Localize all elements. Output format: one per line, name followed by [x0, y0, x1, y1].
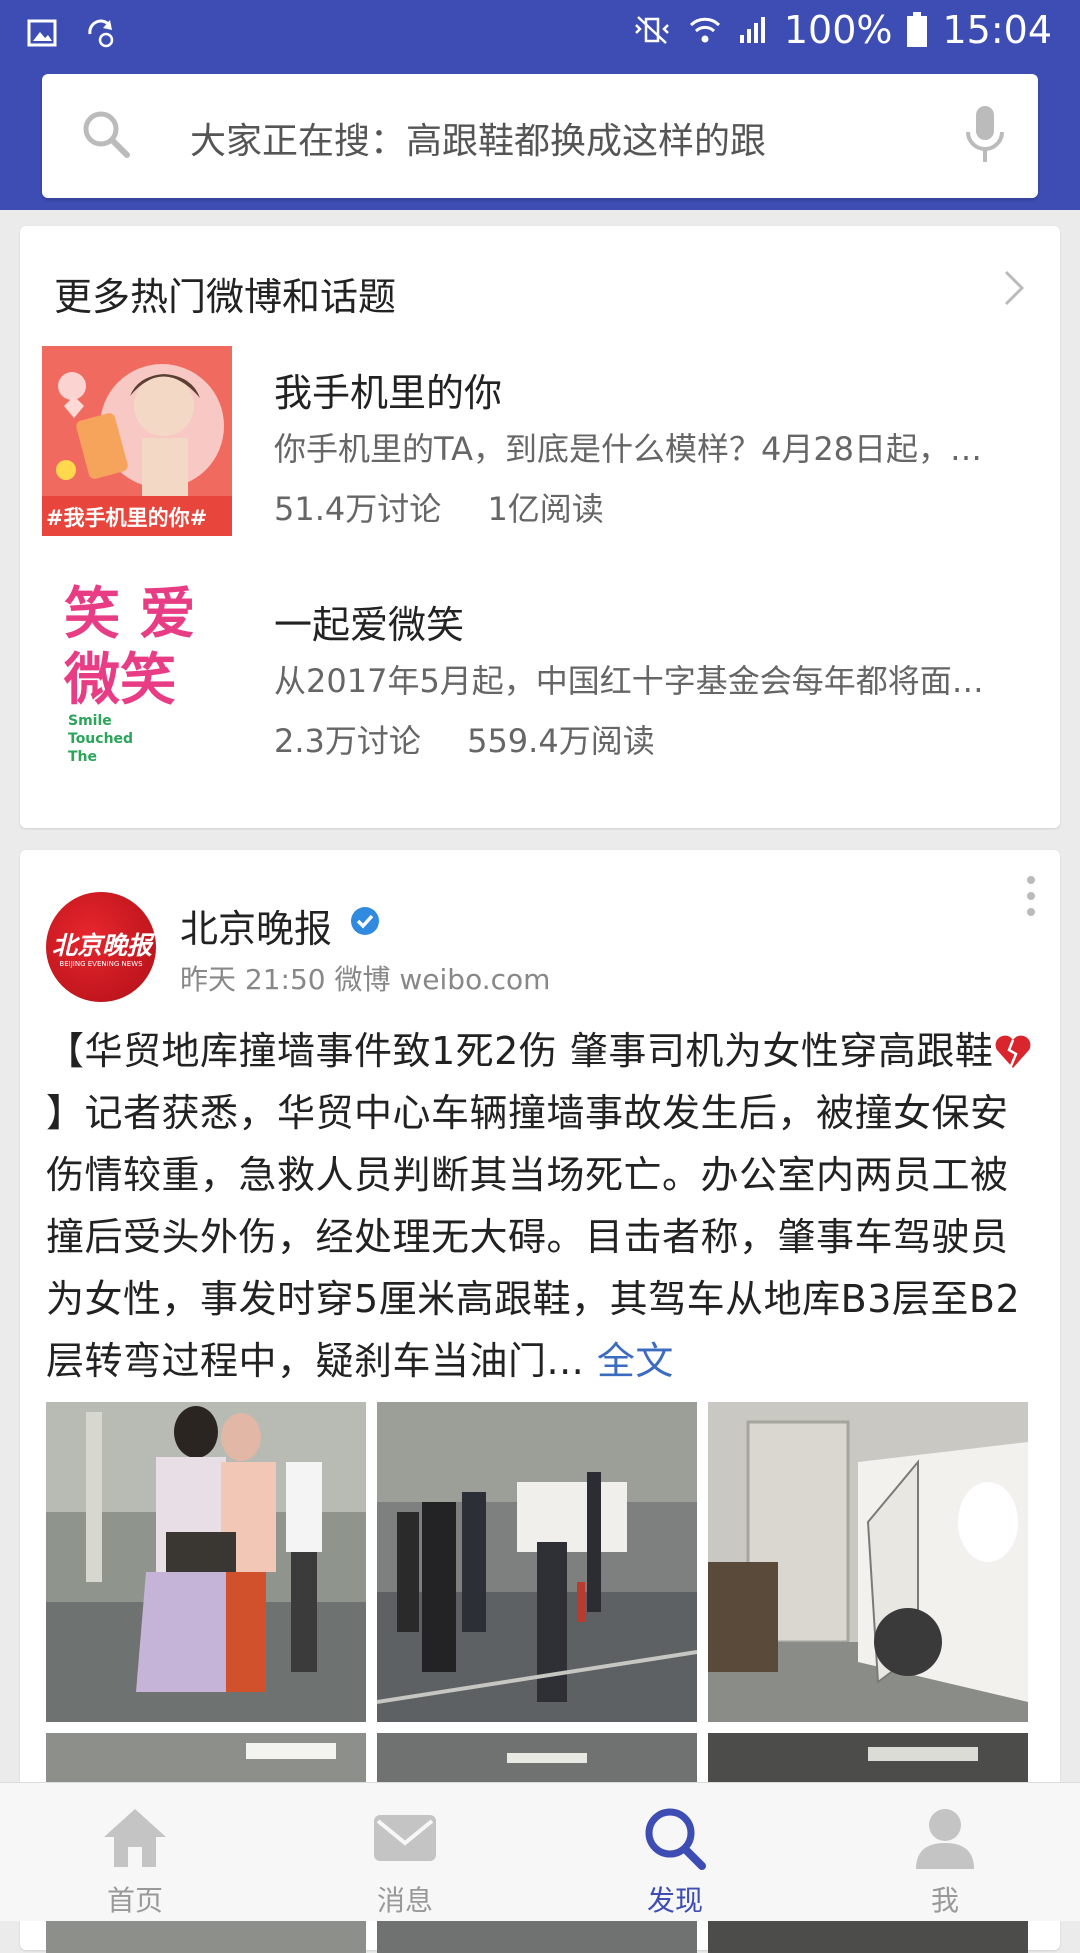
topic-stats: 51.4万讨论 1亿阅读 [274, 484, 604, 530]
topic-stats: 2.3万讨论 559.4万阅读 [274, 716, 655, 762]
search-icon [83, 111, 130, 158]
post-photo[interactable] [377, 1402, 697, 1722]
tab-profile[interactable]: 我 [810, 1783, 1080, 1921]
header-bar: 100% 15:04 大家正在搜：高跟鞋都换成这样的跟 [0, 0, 1080, 210]
topic-thumbnail: 笑 爱 微笑 Smile Touched The World [42, 578, 232, 768]
topic-discussion-count: 2.3万讨论 [274, 722, 421, 760]
post-photo[interactable] [46, 1402, 366, 1722]
topic-thumb-label: #我手机里的你# [46, 506, 208, 530]
clock-time: 15:04 [942, 8, 1052, 52]
author-name[interactable]: 北京晚报 [180, 898, 332, 953]
topic-thumb-chars: 笑 爱 微笑 [64, 582, 196, 713]
hot-topics-card: 更多热门微博和话题 #我手机里的你# 我手机里的你 你手机里的TA，到底是什么模… [20, 226, 1060, 828]
microphone-icon[interactable] [962, 104, 1008, 166]
avatar[interactable]: 北京晚报 BEIJING EVENING NEWS [46, 892, 156, 1002]
topic-description: 你手机里的TA，到底是什么模样？4月28日起，… [274, 430, 983, 468]
topic-discussion-count: 51.4万讨论 [274, 490, 442, 528]
avatar-logo-subtext: BEIJING EVENING NEWS [59, 960, 143, 968]
signal-icon [739, 17, 765, 43]
vibrate-mute-icon [634, 16, 669, 44]
tab-label: 首页 [106, 1884, 163, 1917]
hot-section-title[interactable]: 更多热门微博和话题 [54, 266, 396, 321]
post-photo[interactable] [708, 1402, 1028, 1722]
topic-name: 一起爱微笑 [274, 603, 465, 647]
tab-messages[interactable]: 消息 [270, 1783, 540, 1921]
topic-item[interactable]: #我手机里的你# 我手机里的你 你手机里的TA，到底是什么模样？4月28日起，…… [42, 346, 1042, 536]
more-options-icon[interactable] [1024, 874, 1038, 918]
tab-label: 消息 [376, 1884, 433, 1917]
topic-item[interactable]: 笑 爱 微笑 Smile Touched The World 一起爱微笑 从20… [42, 578, 1042, 768]
search-placeholder: 大家正在搜：高跟鞋都换成这样的跟 [190, 121, 767, 162]
wifi-icon [689, 17, 720, 43]
avatar-logo-text: 北京晚报 [52, 931, 153, 960]
battery-icon [907, 12, 928, 47]
topic-read-count: 559.4万阅读 [467, 722, 655, 760]
discover-icon [645, 1808, 706, 1870]
tab-label: 我 [930, 1884, 959, 1917]
search-input[interactable]: 大家正在搜：高跟鞋都换成这样的跟 [42, 74, 1038, 198]
chevron-right-icon[interactable] [1002, 268, 1026, 308]
tab-home[interactable]: 首页 [0, 1783, 270, 1921]
full-text-link[interactable]: 全文 [597, 1339, 674, 1383]
topic-thumb-label: Smile Touched The World [68, 713, 134, 768]
topic-thumbnail: #我手机里的你# [42, 346, 232, 536]
profile-icon [916, 1809, 974, 1869]
tab-discover[interactable]: 发现 [540, 1783, 810, 1921]
bottom-tab-bar: 首页 消息 发现 我 [0, 1782, 1080, 1921]
post-text-headline: 【华贸地库撞墙事件致1死2伤 肇事司机为女性穿高跟鞋 [46, 1029, 994, 1073]
post-meta: 昨天 21:50 微博 weibo.com [180, 963, 551, 996]
status-bar: 100% 15:04 [0, 0, 1080, 66]
message-icon [374, 1815, 436, 1861]
verified-icon [351, 907, 379, 935]
post-text: 【华贸地库撞墙事件致1死2伤 肇事司机为女性穿高跟鞋】记者获悉，华贸中心车辆撞墙… [46, 1020, 1046, 1392]
tab-label: 发现 [646, 1884, 703, 1917]
image-notification-icon [27, 19, 57, 47]
broken-heart-icon [996, 1035, 1031, 1068]
topic-read-count: 1亿阅读 [487, 490, 604, 528]
sync-notification-icon [88, 19, 114, 48]
topic-description: 从2017年5月起，中国红十字基金会每年都将面… [274, 662, 984, 700]
topic-name: 我手机里的你 [274, 371, 503, 415]
home-icon [104, 1809, 166, 1867]
post-text-body: 】记者获悉，华贸中心车辆撞墙事故发生后，被撞女保安伤情较重，急救人员判断其当场死… [46, 1091, 1021, 1383]
battery-percent: 100% [783, 8, 893, 52]
